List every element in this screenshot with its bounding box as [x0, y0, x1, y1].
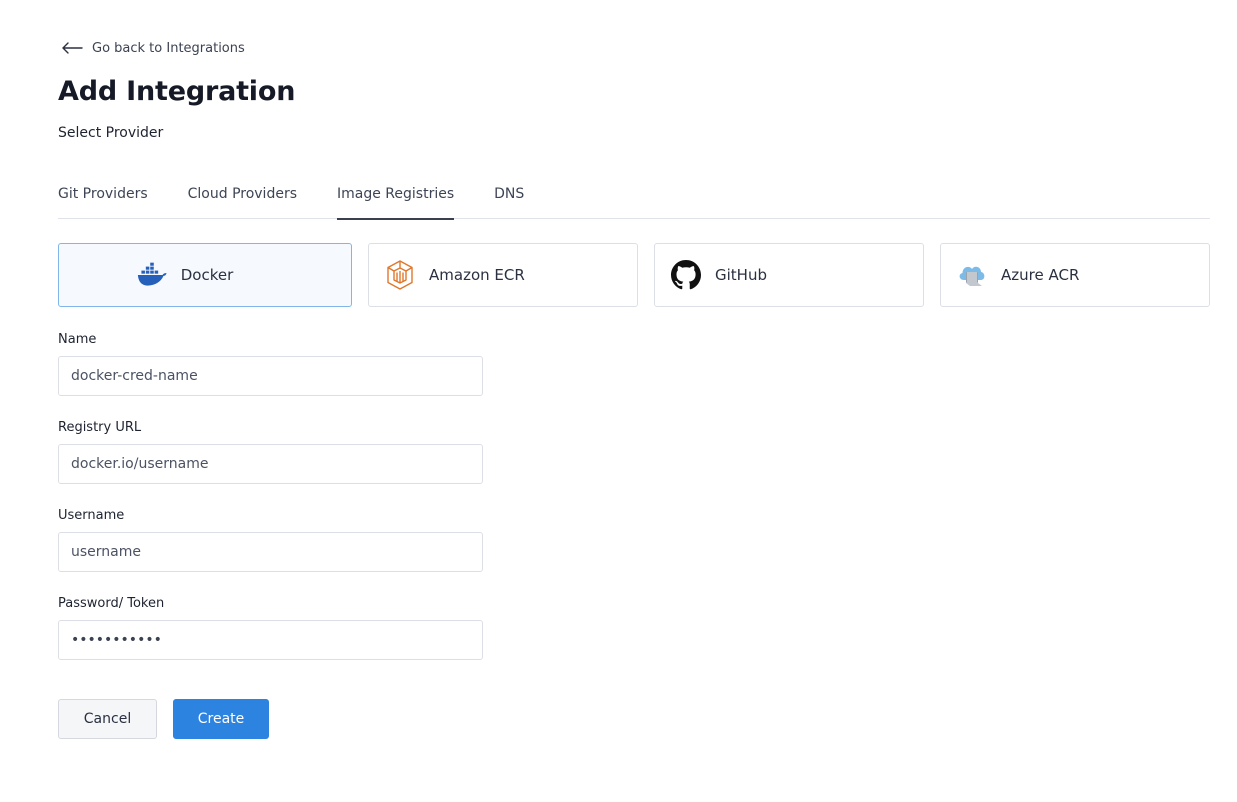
password-field-group: Password/ Token — [58, 596, 483, 660]
add-integration-page: Go back to Integrations Add Integration … — [0, 0, 1237, 802]
provider-card-azure-acr[interactable]: Azure ACR — [940, 243, 1210, 307]
cancel-button[interactable]: Cancel — [58, 699, 157, 739]
registry-url-input[interactable] — [58, 444, 483, 484]
name-label: Name — [58, 332, 97, 347]
provider-category-tabs: Git Providers Cloud Providers Image Regi… — [58, 176, 1210, 220]
back-link-label: Go back to Integrations — [92, 40, 245, 56]
provider-name: Docker — [180, 266, 234, 284]
docker-icon — [137, 260, 167, 290]
password-input[interactable] — [58, 620, 483, 660]
password-label: Password/ Token — [58, 596, 165, 611]
provider-cards: Docker Amazon ECR GitHub Azure ACR — [58, 243, 1210, 307]
provider-card-docker[interactable]: Docker — [58, 243, 352, 307]
select-provider-label: Select Provider — [58, 125, 164, 141]
tab-cloud-providers[interactable]: Cloud Providers — [188, 176, 297, 219]
tab-dns[interactable]: DNS — [494, 176, 524, 219]
docker-credential-form: Name Registry URL Username Password/ Tok… — [58, 332, 483, 684]
arrow-left-icon — [60, 40, 84, 56]
provider-name: GitHub — [715, 266, 767, 284]
provider-name: Azure ACR — [1001, 266, 1080, 284]
name-field-group: Name — [58, 332, 483, 396]
name-input[interactable] — [58, 356, 483, 396]
provider-card-amazon-ecr[interactable]: Amazon ECR — [368, 243, 638, 307]
azure-acr-icon — [957, 260, 987, 290]
page-title: Add Integration — [58, 76, 296, 107]
back-to-integrations-link[interactable]: Go back to Integrations — [60, 40, 245, 56]
tab-git-providers[interactable]: Git Providers — [58, 176, 148, 219]
form-actions: Cancel Create — [58, 699, 269, 739]
username-label: Username — [58, 508, 125, 523]
tab-image-registries[interactable]: Image Registries — [337, 176, 455, 220]
amazon-ecr-icon — [385, 260, 415, 290]
registry-url-label: Registry URL — [58, 420, 142, 435]
registry-url-field-group: Registry URL — [58, 420, 483, 484]
create-button[interactable]: Create — [173, 699, 269, 739]
username-field-group: Username — [58, 508, 483, 572]
provider-card-github[interactable]: GitHub — [654, 243, 924, 307]
github-icon — [671, 260, 701, 290]
provider-name: Amazon ECR — [429, 266, 525, 284]
username-input[interactable] — [58, 532, 483, 572]
